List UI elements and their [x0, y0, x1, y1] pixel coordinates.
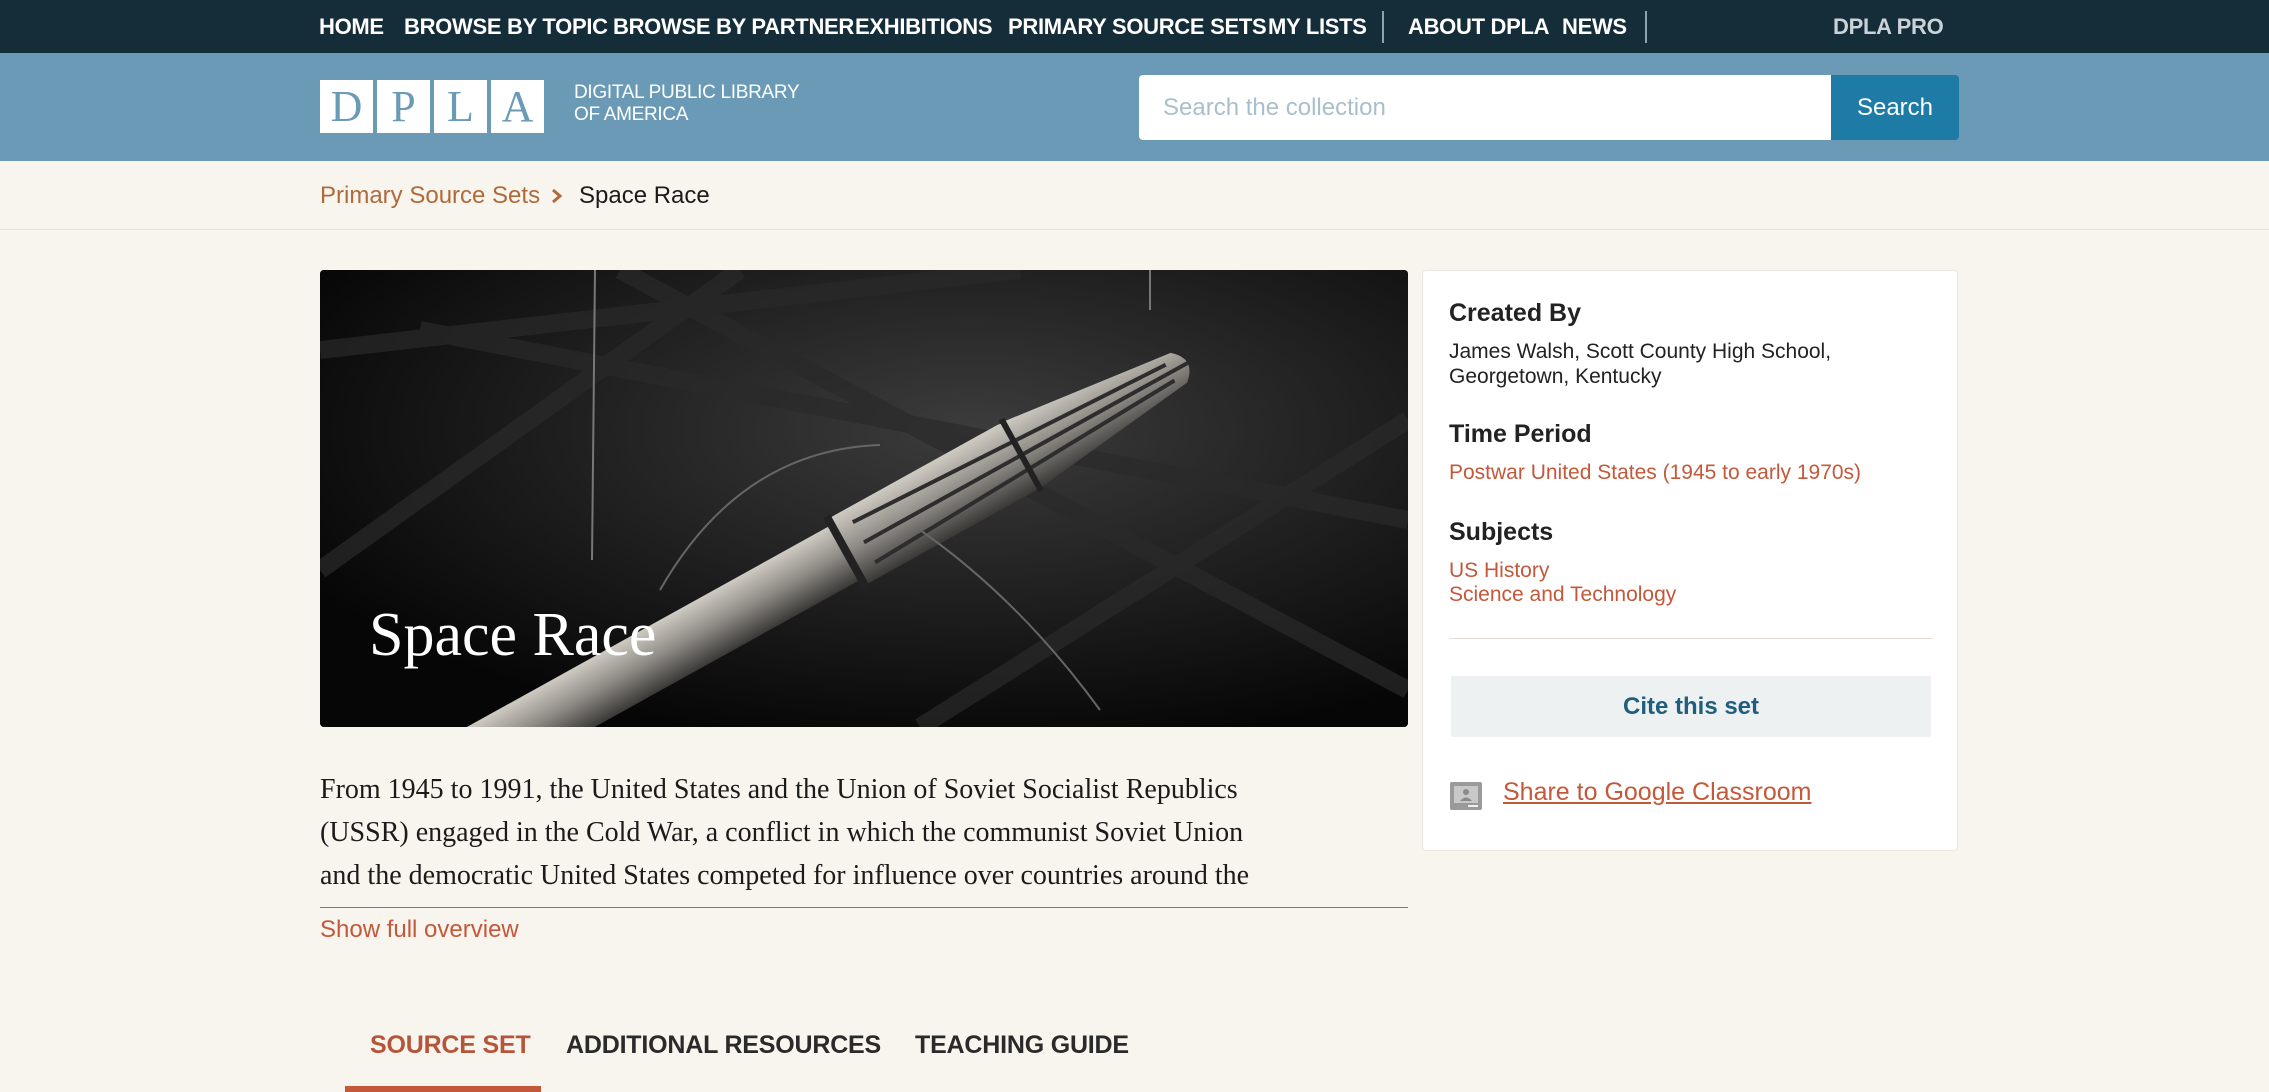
logo-letter: D: [320, 80, 373, 133]
subject-link-us-history[interactable]: US History: [1449, 559, 1549, 583]
logo-wordmark-line: Digital Public Library: [574, 82, 800, 103]
top-navigation: HOME BROWSE BY TOPIC BROWSE BY PARTNER E…: [0, 0, 2269, 53]
cite-this-set-button[interactable]: Cite this set: [1451, 676, 1931, 737]
nav-about-dpla[interactable]: ABOUT DPLA: [1408, 14, 1550, 40]
created-by-line: Georgetown, Kentucky: [1449, 365, 1662, 388]
dpla-logo[interactable]: D P L A: [320, 80, 548, 135]
overview-text-line: (USSR) engaged in the Cold War, a confli…: [320, 817, 1244, 848]
overview-divider: [320, 907, 1408, 908]
set-info-card: Created By James Walsh, Scott County Hig…: [1422, 270, 1958, 851]
search-input[interactable]: [1139, 75, 1832, 140]
nav-my-lists[interactable]: MY LISTS: [1268, 14, 1367, 40]
logo-letter: L: [434, 80, 487, 133]
nav-divider: [1382, 11, 1384, 43]
created-by-value: James Walsh, Scott County High School, G…: [1449, 339, 1929, 389]
breadcrumb-parent-link[interactable]: Primary Source Sets: [320, 182, 540, 210]
logo-letter: P: [377, 80, 430, 133]
share-to-google-classroom-link[interactable]: Share to Google Classroom: [1503, 778, 1811, 807]
time-period-heading: Time Period: [1449, 420, 1592, 448]
nav-browse-by-topic[interactable]: BROWSE BY TOPIC: [404, 14, 608, 40]
created-by-heading: Created By: [1449, 299, 1581, 327]
chevron-right-icon: [552, 188, 563, 204]
google-classroom-icon: [1450, 782, 1482, 810]
nav-exhibitions[interactable]: EXHIBITIONS: [855, 14, 993, 40]
logo-wordmark: Digital Public Library of America: [574, 82, 800, 126]
nav-browse-by-partner[interactable]: BROWSE BY PARTNER: [613, 14, 854, 40]
nav-news[interactable]: NEWS: [1562, 14, 1627, 40]
tab-teaching-guide[interactable]: TEACHING GUIDE: [915, 1031, 1129, 1060]
hero-image: Space Race: [320, 270, 1408, 727]
set-overview: From 1945 to 1991, the United States and…: [320, 768, 1420, 897]
tab-additional-resources[interactable]: ADDITIONAL RESOURCES: [566, 1031, 881, 1060]
search-button[interactable]: Search: [1831, 75, 1959, 140]
logo-wordmark-line: of America: [574, 104, 689, 125]
logo-letter: A: [491, 80, 544, 133]
overview-text-line: From 1945 to 1991, the United States and…: [320, 774, 1238, 805]
nav-home[interactable]: HOME: [319, 14, 384, 40]
nav-primary-source-sets[interactable]: PRIMARY SOURCE SETS: [1008, 14, 1267, 40]
subjects-heading: Subjects: [1449, 518, 1554, 546]
nav-divider: [1645, 11, 1647, 43]
nav-dpla-pro[interactable]: DPLA PRO: [1833, 14, 1944, 40]
created-by-line: James Walsh, Scott County High School,: [1449, 340, 1832, 363]
show-full-overview-link[interactable]: Show full overview: [320, 916, 519, 944]
time-period-link[interactable]: Postwar United States (1945 to early 197…: [1449, 461, 1861, 485]
tab-source-set[interactable]: SOURCE SET: [370, 1031, 531, 1060]
set-title: Space Race: [369, 601, 657, 669]
breadcrumb-current: Space Race: [579, 182, 710, 209]
subject-link-science-technology[interactable]: Science and Technology: [1449, 583, 1676, 607]
active-tab-indicator: [345, 1086, 541, 1092]
card-divider: [1449, 638, 1933, 639]
overview-text-line: and the democratic United States compete…: [320, 860, 1250, 891]
